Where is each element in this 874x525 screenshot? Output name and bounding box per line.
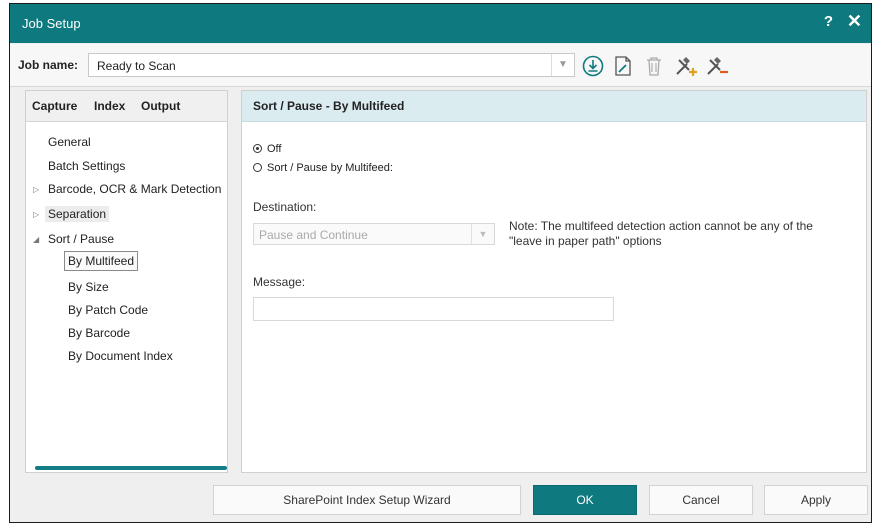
- destination-dropdown[interactable]: Pause and Continue ▼: [253, 223, 495, 245]
- tab-output[interactable]: Output: [141, 99, 180, 113]
- tools-add-icon[interactable]: [673, 54, 699, 78]
- download-icon[interactable]: [581, 54, 607, 78]
- window-title: Job Setup: [22, 16, 81, 31]
- radio-off[interactable]: Off: [253, 143, 281, 155]
- tree-item-by-size[interactable]: By Size: [68, 280, 109, 294]
- panel-header: Sort / Pause - By Multifeed: [242, 91, 866, 122]
- tree-item-batch-settings[interactable]: Batch Settings: [48, 159, 125, 173]
- tree-item-by-barcode[interactable]: By Barcode: [68, 326, 130, 340]
- message-input[interactable]: [253, 297, 614, 321]
- job-name-combo[interactable]: Ready to Scan ▼: [88, 53, 575, 77]
- title-bar: Job Setup ? ✕: [10, 4, 871, 43]
- tree-item-sort-pause[interactable]: Sort / Pause: [48, 232, 114, 246]
- tab-index[interactable]: Index: [94, 99, 125, 113]
- chevron-down-icon[interactable]: ▼: [471, 224, 494, 244]
- message-label: Message:: [253, 275, 306, 289]
- sharepoint-wizard-button[interactable]: SharePoint Index Setup Wizard: [213, 485, 521, 515]
- tools-remove-icon[interactable]: [704, 54, 730, 78]
- radio-by-multifeed-label: Sort / Pause by Multifeed:: [267, 162, 393, 174]
- panel-title: Sort / Pause - By Multifeed: [253, 99, 405, 113]
- job-name-value: Ready to Scan: [97, 59, 176, 73]
- destination-value: Pause and Continue: [259, 228, 368, 242]
- tree-item-by-multifeed[interactable]: By Multifeed: [64, 251, 139, 271]
- tree-item-barcode-ocr[interactable]: Barcode, OCR & Mark Detection: [48, 182, 221, 196]
- job-name-row: Job name: Ready to Scan ▼: [10, 44, 871, 87]
- tab-capture[interactable]: Capture: [32, 99, 77, 117]
- expand-arrow-icon[interactable]: ▷: [33, 210, 39, 219]
- chevron-down-icon[interactable]: ▼: [551, 54, 574, 76]
- apply-button[interactable]: Apply: [764, 485, 868, 515]
- delete-icon[interactable]: [642, 54, 668, 78]
- horizontal-scrollbar[interactable]: [35, 466, 227, 470]
- multifeed-note: Note: The multifeed detection action can…: [509, 219, 813, 248]
- cancel-button[interactable]: Cancel: [649, 485, 753, 515]
- tree-item-general[interactable]: General: [48, 135, 91, 149]
- tree-item-separation[interactable]: Separation: [45, 206, 110, 222]
- tab-bar: Capture Index Output: [26, 91, 227, 122]
- radio-unselected-icon: [253, 163, 262, 172]
- destination-label: Destination:: [253, 200, 317, 214]
- radio-off-label: Off: [267, 143, 282, 155]
- edit-document-icon[interactable]: [611, 54, 637, 78]
- expand-arrow-icon[interactable]: ▷: [33, 185, 39, 194]
- radio-selected-icon: [253, 144, 262, 153]
- radio-by-multifeed[interactable]: Sort / Pause by Multifeed:: [253, 162, 393, 174]
- help-button[interactable]: ?: [824, 13, 833, 30]
- settings-panel: Sort / Pause - By Multifeed Off Sort / P…: [241, 90, 867, 473]
- ok-button[interactable]: OK: [533, 485, 637, 515]
- tree-item-by-document-index[interactable]: By Document Index: [68, 349, 173, 363]
- tree-item-by-patch-code[interactable]: By Patch Code: [68, 303, 148, 317]
- close-button[interactable]: ✕: [847, 11, 862, 32]
- job-name-label: Job name:: [18, 58, 79, 72]
- navigation-panel: Capture Index Output General Batch Setti…: [25, 90, 228, 473]
- collapse-arrow-icon[interactable]: ◢: [33, 235, 39, 244]
- job-setup-dialog: Job Setup ? ✕ Job name: Ready to Scan ▼ …: [9, 3, 872, 523]
